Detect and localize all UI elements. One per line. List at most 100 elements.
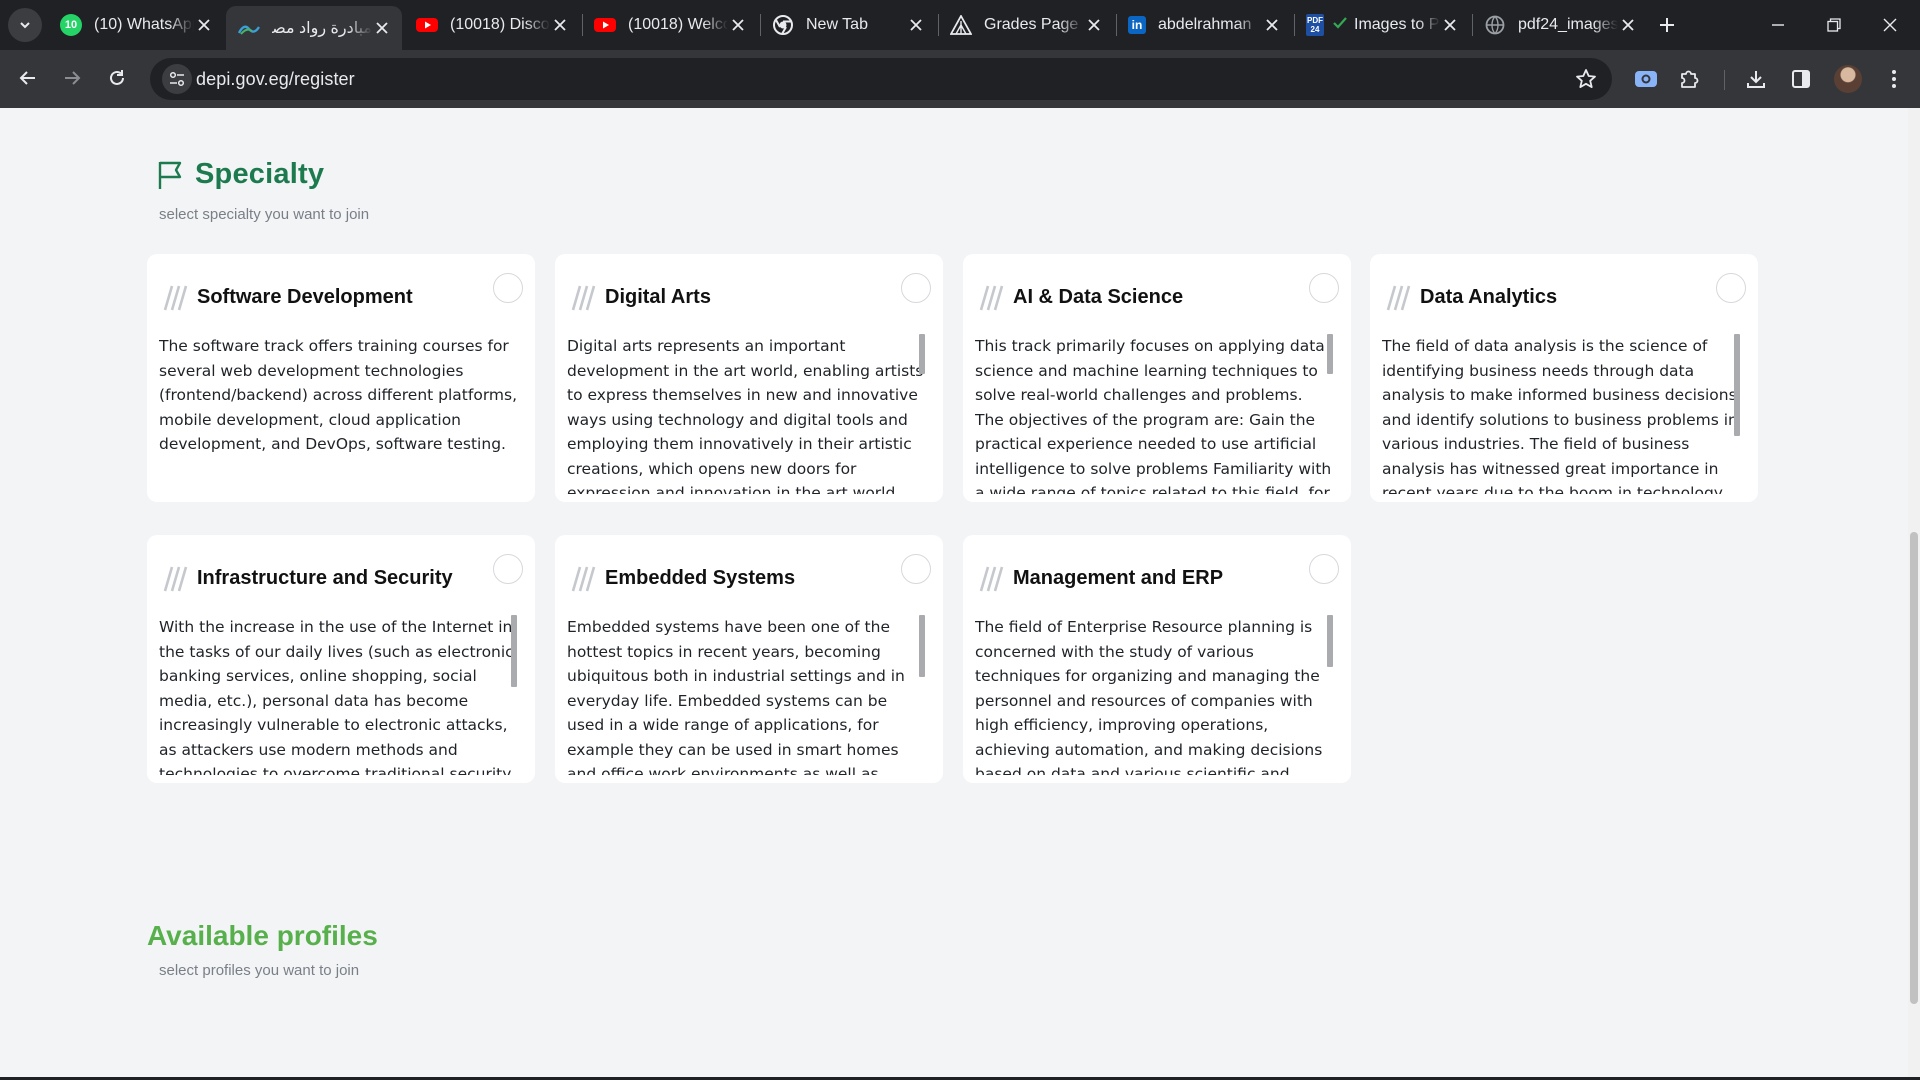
check-icon <box>1332 16 1348 35</box>
slash-icon <box>163 284 189 317</box>
card-scrollbar[interactable] <box>511 615 517 687</box>
tab-title: (10018) Discord <box>450 16 550 33</box>
card-title: Infrastructure and Security <box>197 567 453 589</box>
camera-icon <box>1635 71 1657 87</box>
specialty-card-software-development[interactable]: Software Development The software track … <box>147 254 535 502</box>
card-scrollbar[interactable] <box>919 334 925 374</box>
tab-pdf24[interactable]: PDF24 Images to PDF <box>1294 6 1470 44</box>
select-radio[interactable] <box>1309 273 1339 303</box>
slash-icon <box>979 284 1005 317</box>
specialty-card-management-erp[interactable]: Management and ERP The field of Enterpri… <box>963 535 1351 783</box>
pdf24-icon: PDF 24 <box>1306 14 1324 36</box>
whatsapp-icon: 10 <box>60 14 82 36</box>
specialty-card-embedded-systems[interactable]: Embedded Systems Embedded systems have b… <box>555 535 943 783</box>
tab-title: (10) WhatsApp <box>94 16 194 33</box>
tab-depi[interactable]: مبادرة رواد مصر الرقمية <box>226 6 402 50</box>
minimize-button[interactable] <box>1750 0 1806 50</box>
card-description: Digital arts represents an important dev… <box>567 337 924 494</box>
specialty-subtitle: select specialty you want to join <box>159 206 370 223</box>
card-title: Embedded Systems <box>605 567 796 589</box>
specialty-card-digital-arts[interactable]: Digital Arts Digital arts represents an … <box>555 254 943 502</box>
specialty-card-infrastructure-security[interactable]: Infrastructure and Security With the inc… <box>147 535 535 783</box>
tune-icon <box>169 71 185 87</box>
site-info-button[interactable] <box>162 64 192 94</box>
page-scrollbar-thumb[interactable] <box>1910 532 1918 1004</box>
close-icon[interactable] <box>906 15 926 35</box>
close-icon[interactable] <box>550 15 570 35</box>
select-radio[interactable] <box>493 554 523 584</box>
close-window-button[interactable] <box>1862 0 1918 50</box>
downloads-button[interactable] <box>1740 63 1772 95</box>
depi-logo-icon <box>238 17 260 39</box>
address-bar[interactable]: depi.gov.eg/register <box>150 58 1612 100</box>
close-icon[interactable] <box>372 18 392 38</box>
globe-icon <box>1484 14 1506 36</box>
card-description: The field of Enterprise Resource plannin… <box>975 618 1323 775</box>
card-description: This track primarily focuses on applying… <box>975 337 1332 494</box>
profile-avatar[interactable] <box>1834 65 1862 93</box>
back-button[interactable] <box>10 60 46 96</box>
close-icon[interactable] <box>1262 15 1282 35</box>
linkedin-icon: in <box>1128 16 1146 34</box>
tab-search-button[interactable] <box>8 8 42 42</box>
slash-icon <box>163 565 189 598</box>
specialty-card-ai-data-science[interactable]: AI & Data Science This track primarily f… <box>963 254 1351 502</box>
close-icon[interactable] <box>1084 15 1104 35</box>
card-description: With the increase in the use of the Inte… <box>159 618 514 775</box>
url-text[interactable]: depi.gov.eg/register <box>196 69 355 90</box>
new-tab-button[interactable] <box>1652 10 1682 40</box>
menu-button[interactable] <box>1878 63 1910 95</box>
close-icon[interactable] <box>1618 15 1638 35</box>
close-icon[interactable] <box>728 15 748 35</box>
close-icon[interactable] <box>1440 15 1460 35</box>
tab-new-tab[interactable]: New Tab <box>760 6 936 44</box>
restore-icon <box>1827 18 1841 32</box>
screenshot-extension-button[interactable] <box>1630 63 1662 95</box>
more-vert-icon <box>1892 70 1896 88</box>
card-title: Management and ERP <box>1013 567 1224 589</box>
side-panel-icon <box>1792 70 1810 88</box>
select-radio[interactable] <box>1716 273 1746 303</box>
card-scrollbar[interactable] <box>919 615 925 677</box>
download-icon <box>1747 71 1765 88</box>
select-radio[interactable] <box>493 273 523 303</box>
select-radio[interactable] <box>1309 554 1339 584</box>
specialty-header: Specialty <box>157 158 324 191</box>
tab-title: pdf24_images <box>1518 16 1618 33</box>
bookmark-button[interactable] <box>1574 67 1598 91</box>
card-title: Data Analytics <box>1420 286 1558 308</box>
reload-icon <box>110 70 124 85</box>
reload-button[interactable] <box>99 60 135 96</box>
tab-youtube-discord[interactable]: (10018) Discord <box>404 6 580 44</box>
tab-title: (10018) Welcome <box>628 16 728 33</box>
flag-icon <box>158 161 182 189</box>
tab-whatsapp[interactable]: 10 (10) WhatsApp <box>48 6 224 44</box>
arrow-right-icon <box>65 71 81 85</box>
side-panel-button[interactable] <box>1785 63 1817 95</box>
card-description: The field of data analysis is the scienc… <box>1382 337 1738 494</box>
youtube-icon <box>416 14 438 36</box>
page-scrollbar[interactable] <box>1908 108 1920 1078</box>
specialty-card-data-analytics[interactable]: Data Analytics The field of data analysi… <box>1370 254 1758 502</box>
tab-pdf24-images[interactable]: pdf24_images <box>1472 6 1648 44</box>
close-icon[interactable] <box>194 15 214 35</box>
chrome-icon <box>772 14 794 36</box>
restore-button[interactable] <box>1806 0 1862 50</box>
tab-strip: 10 (10) WhatsApp مبادرة رواد مصر الرقمية… <box>0 0 1920 50</box>
star-icon <box>1576 69 1596 88</box>
slash-icon <box>571 565 597 598</box>
browser-toolbar: depi.gov.eg/register <box>0 50 1920 108</box>
card-scrollbar[interactable] <box>1327 615 1333 667</box>
tab-youtube-welcome[interactable]: (10018) Welcome <box>582 6 758 44</box>
tab-linkedin[interactable]: in abdelrahman <box>1116 6 1292 44</box>
tab-grades[interactable]: Grades Page | <box>938 6 1114 44</box>
card-scrollbar[interactable] <box>1734 334 1740 436</box>
slash-icon <box>979 565 1005 598</box>
select-radio[interactable] <box>901 554 931 584</box>
youtube-icon <box>594 14 616 36</box>
forward-button[interactable] <box>54 60 90 96</box>
select-radio[interactable] <box>901 273 931 303</box>
extensions-button[interactable] <box>1674 63 1706 95</box>
card-scrollbar[interactable] <box>1327 334 1333 374</box>
card-title: AI & Data Science <box>1013 286 1184 308</box>
